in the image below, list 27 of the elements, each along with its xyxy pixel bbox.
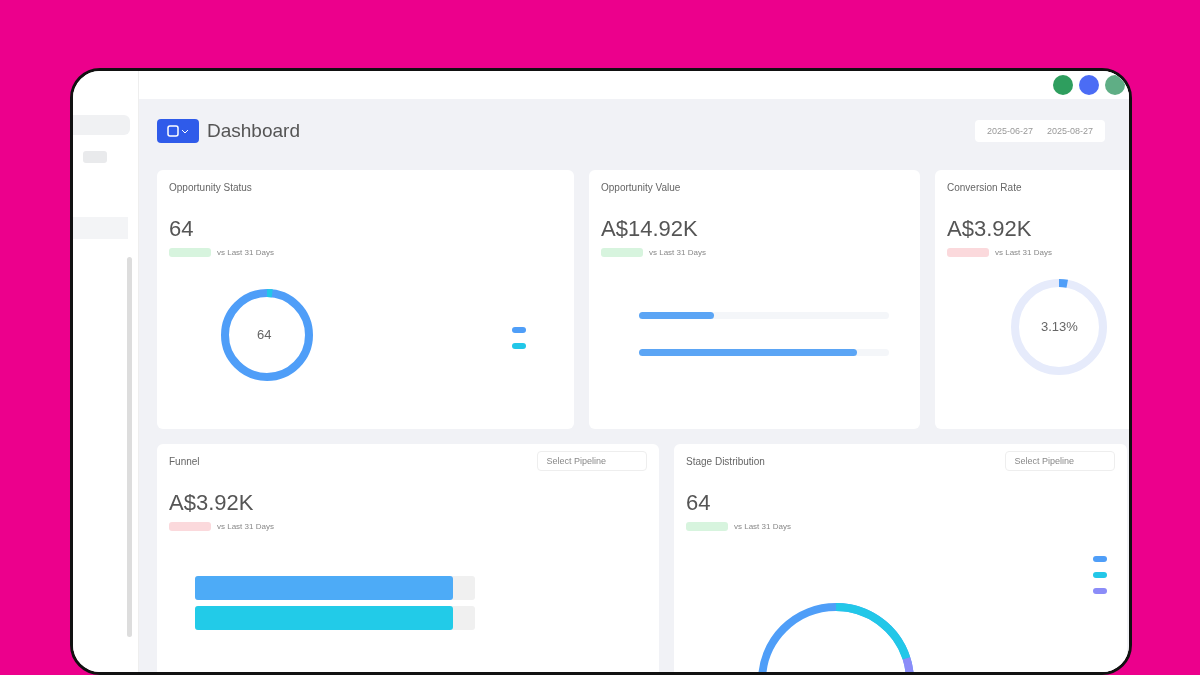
card-title: Conversion Rate bbox=[947, 181, 1022, 193]
comparison-text: vs Last 31 Days bbox=[649, 248, 706, 257]
menu-button[interactable] bbox=[157, 119, 199, 143]
card-title: Stage Distribution bbox=[686, 455, 765, 467]
grid-icon bbox=[167, 125, 189, 137]
metric-value: A$3.92K bbox=[947, 216, 1033, 242]
card-title: Funnel bbox=[169, 455, 200, 467]
metric-value: A$3.92K bbox=[169, 490, 255, 516]
pipeline-dropdown[interactable]: Select Pipeline bbox=[537, 451, 647, 471]
pipeline-dropdown[interactable]: Select Pipeline bbox=[1005, 451, 1115, 471]
scrollbar[interactable] bbox=[127, 257, 132, 637]
date-range-field[interactable]: 2025-06-27 2025-08-27 bbox=[974, 120, 1105, 142]
donut-center-value: 64 bbox=[257, 327, 272, 342]
ring-center-value: 3.13% bbox=[1041, 319, 1078, 334]
card-title: Opportunity Status bbox=[169, 181, 252, 193]
metric-value: 64 bbox=[169, 216, 195, 242]
card-title: Opportunity Value bbox=[601, 181, 681, 193]
comparison-text: vs Last 31 Days bbox=[995, 248, 1052, 257]
comparison-text: vs Last 31 Days bbox=[217, 248, 274, 257]
avatar[interactable] bbox=[1105, 75, 1125, 95]
metric-value: 64 bbox=[686, 490, 712, 516]
comparison-text: vs Last 31 Days bbox=[217, 522, 274, 531]
metric-value: A$14.92K bbox=[601, 216, 699, 242]
comparison-text: vs Last 31 Days bbox=[734, 522, 791, 531]
page-title: Dashboard bbox=[207, 120, 300, 142]
end-date: 2025-08-27 bbox=[1046, 126, 1093, 136]
start-date: 2025-06-27 bbox=[986, 126, 1033, 136]
